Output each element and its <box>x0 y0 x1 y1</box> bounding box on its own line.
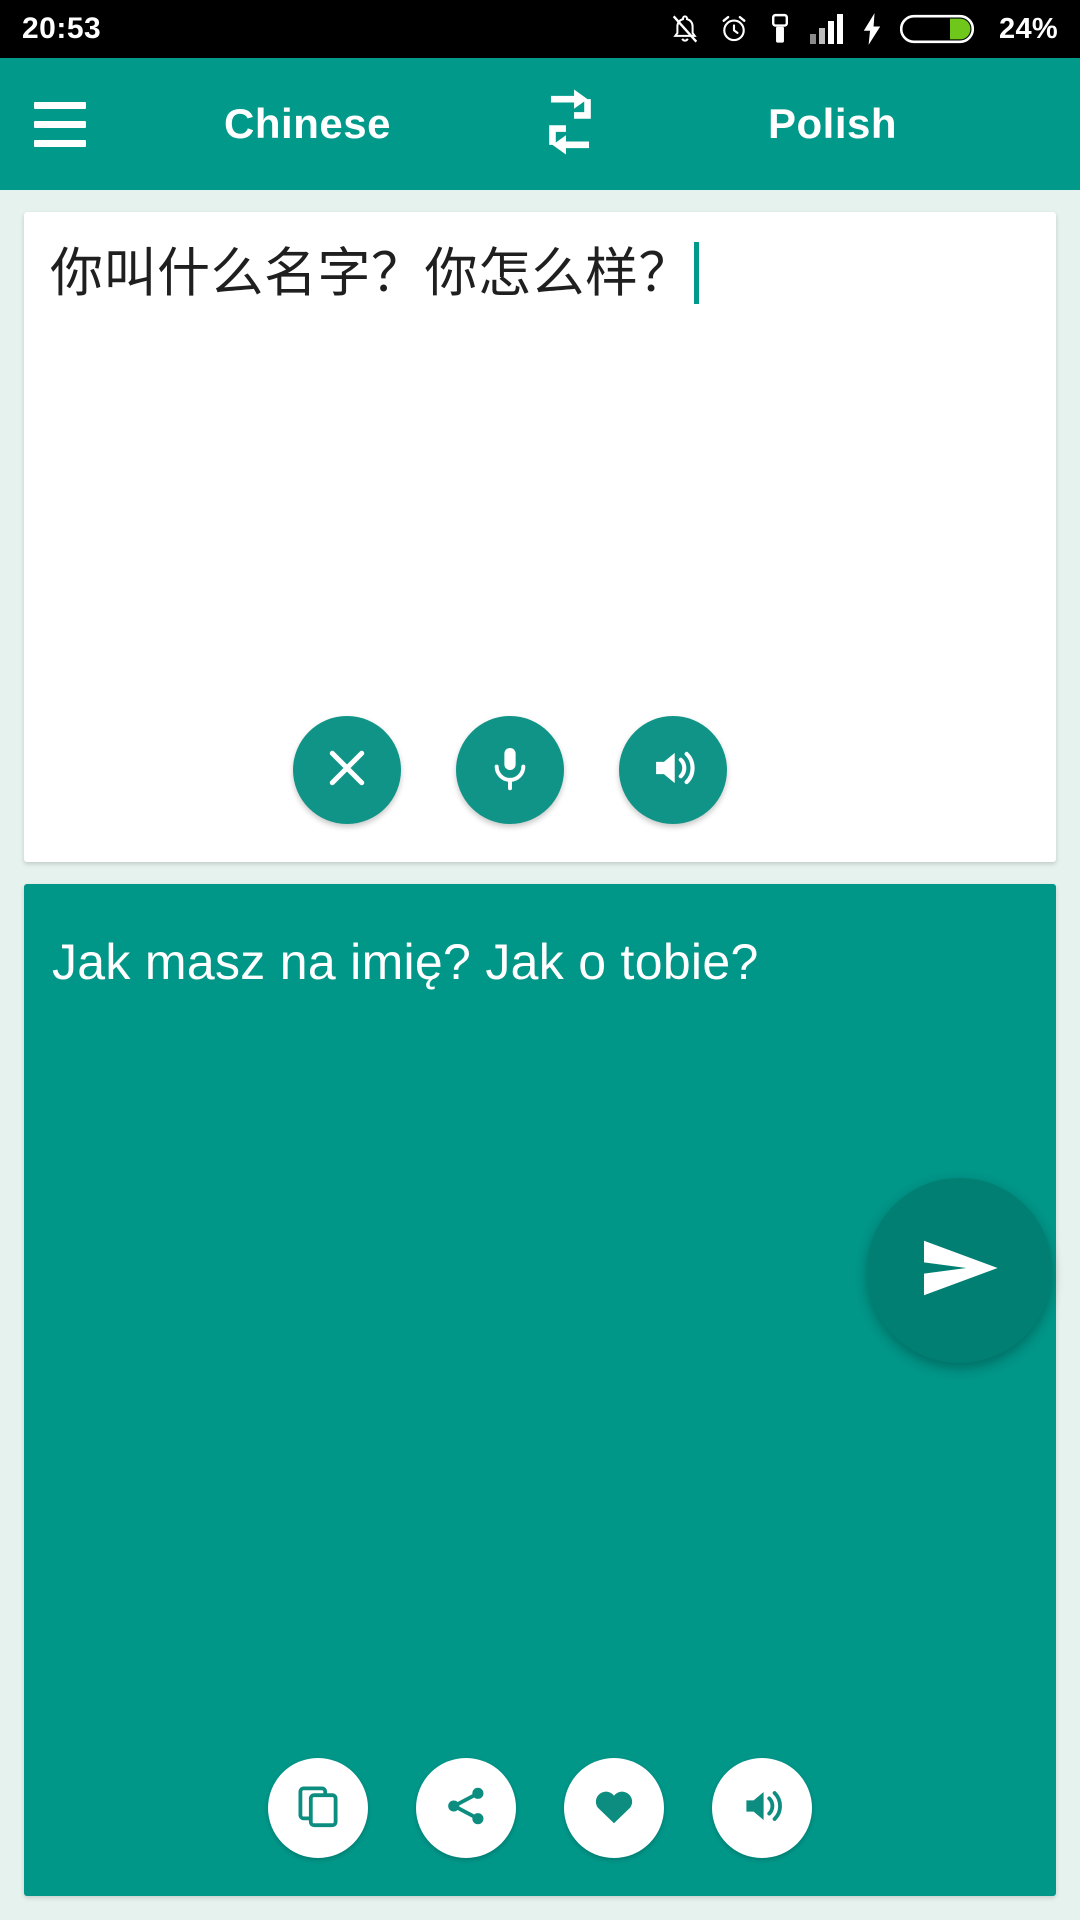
favorite-button[interactable] <box>564 1758 664 1858</box>
status-bar: 20:53 24% <box>0 0 1080 58</box>
voice-input-button[interactable] <box>456 716 564 824</box>
menu-button[interactable] <box>0 58 120 190</box>
heart-icon <box>590 1782 638 1835</box>
status-icon-tray: 24% <box>669 12 1058 46</box>
signal-bars-icon <box>810 14 844 44</box>
close-icon <box>321 742 373 799</box>
usb-lock-icon <box>767 12 793 46</box>
speaker-icon <box>738 1782 786 1835</box>
speak-target-button[interactable] <box>712 1758 812 1858</box>
source-language-button[interactable]: Chinese <box>120 100 495 148</box>
status-clock: 20:53 <box>22 12 102 45</box>
translation-text[interactable]: Jak masz na imię? Jak o tobie? <box>52 932 1028 993</box>
translate-send-button[interactable] <box>867 1178 1052 1363</box>
alarm-clock-icon <box>718 12 750 46</box>
share-button[interactable] <box>416 1758 516 1858</box>
app-screen: 20:53 24% Chinese Polish 你叫什么名字？你怎么样？ Ja… <box>0 0 1080 1920</box>
target-language-button[interactable]: Polish <box>645 100 1020 148</box>
copy-icon <box>294 1782 342 1835</box>
charging-bolt-icon <box>861 12 883 46</box>
swap-languages-button[interactable] <box>495 86 645 163</box>
source-card: 你叫什么名字？你怎么样？ <box>24 212 1056 862</box>
main-content: 你叫什么名字？你怎么样？ Jak masz na imię? Jak o tob… <box>0 190 1080 1920</box>
text-caret <box>694 242 699 304</box>
translation-action-row <box>52 1758 1028 1896</box>
translation-card: Jak masz na imię? Jak o tobie? <box>24 884 1056 1896</box>
swap-icon <box>537 86 603 163</box>
notifications-muted-icon <box>669 12 701 46</box>
hamburger-icon <box>34 101 86 147</box>
copy-button[interactable] <box>268 1758 368 1858</box>
speak-source-button[interactable] <box>619 716 727 824</box>
microphone-icon <box>485 743 535 798</box>
source-text-value: 你叫什么名字？你怎么样？ <box>50 244 692 303</box>
send-icon <box>912 1220 1008 1321</box>
app-bar: Chinese Polish <box>0 58 1080 190</box>
clear-button[interactable] <box>293 716 401 824</box>
source-action-row <box>50 716 1030 862</box>
battery-icon <box>900 12 975 46</box>
battery-percent-label: 24% <box>999 12 1058 45</box>
source-text-input[interactable]: 你叫什么名字？你怎么样？ <box>50 242 1030 307</box>
share-icon <box>443 1783 489 1834</box>
speaker-icon <box>647 742 699 799</box>
